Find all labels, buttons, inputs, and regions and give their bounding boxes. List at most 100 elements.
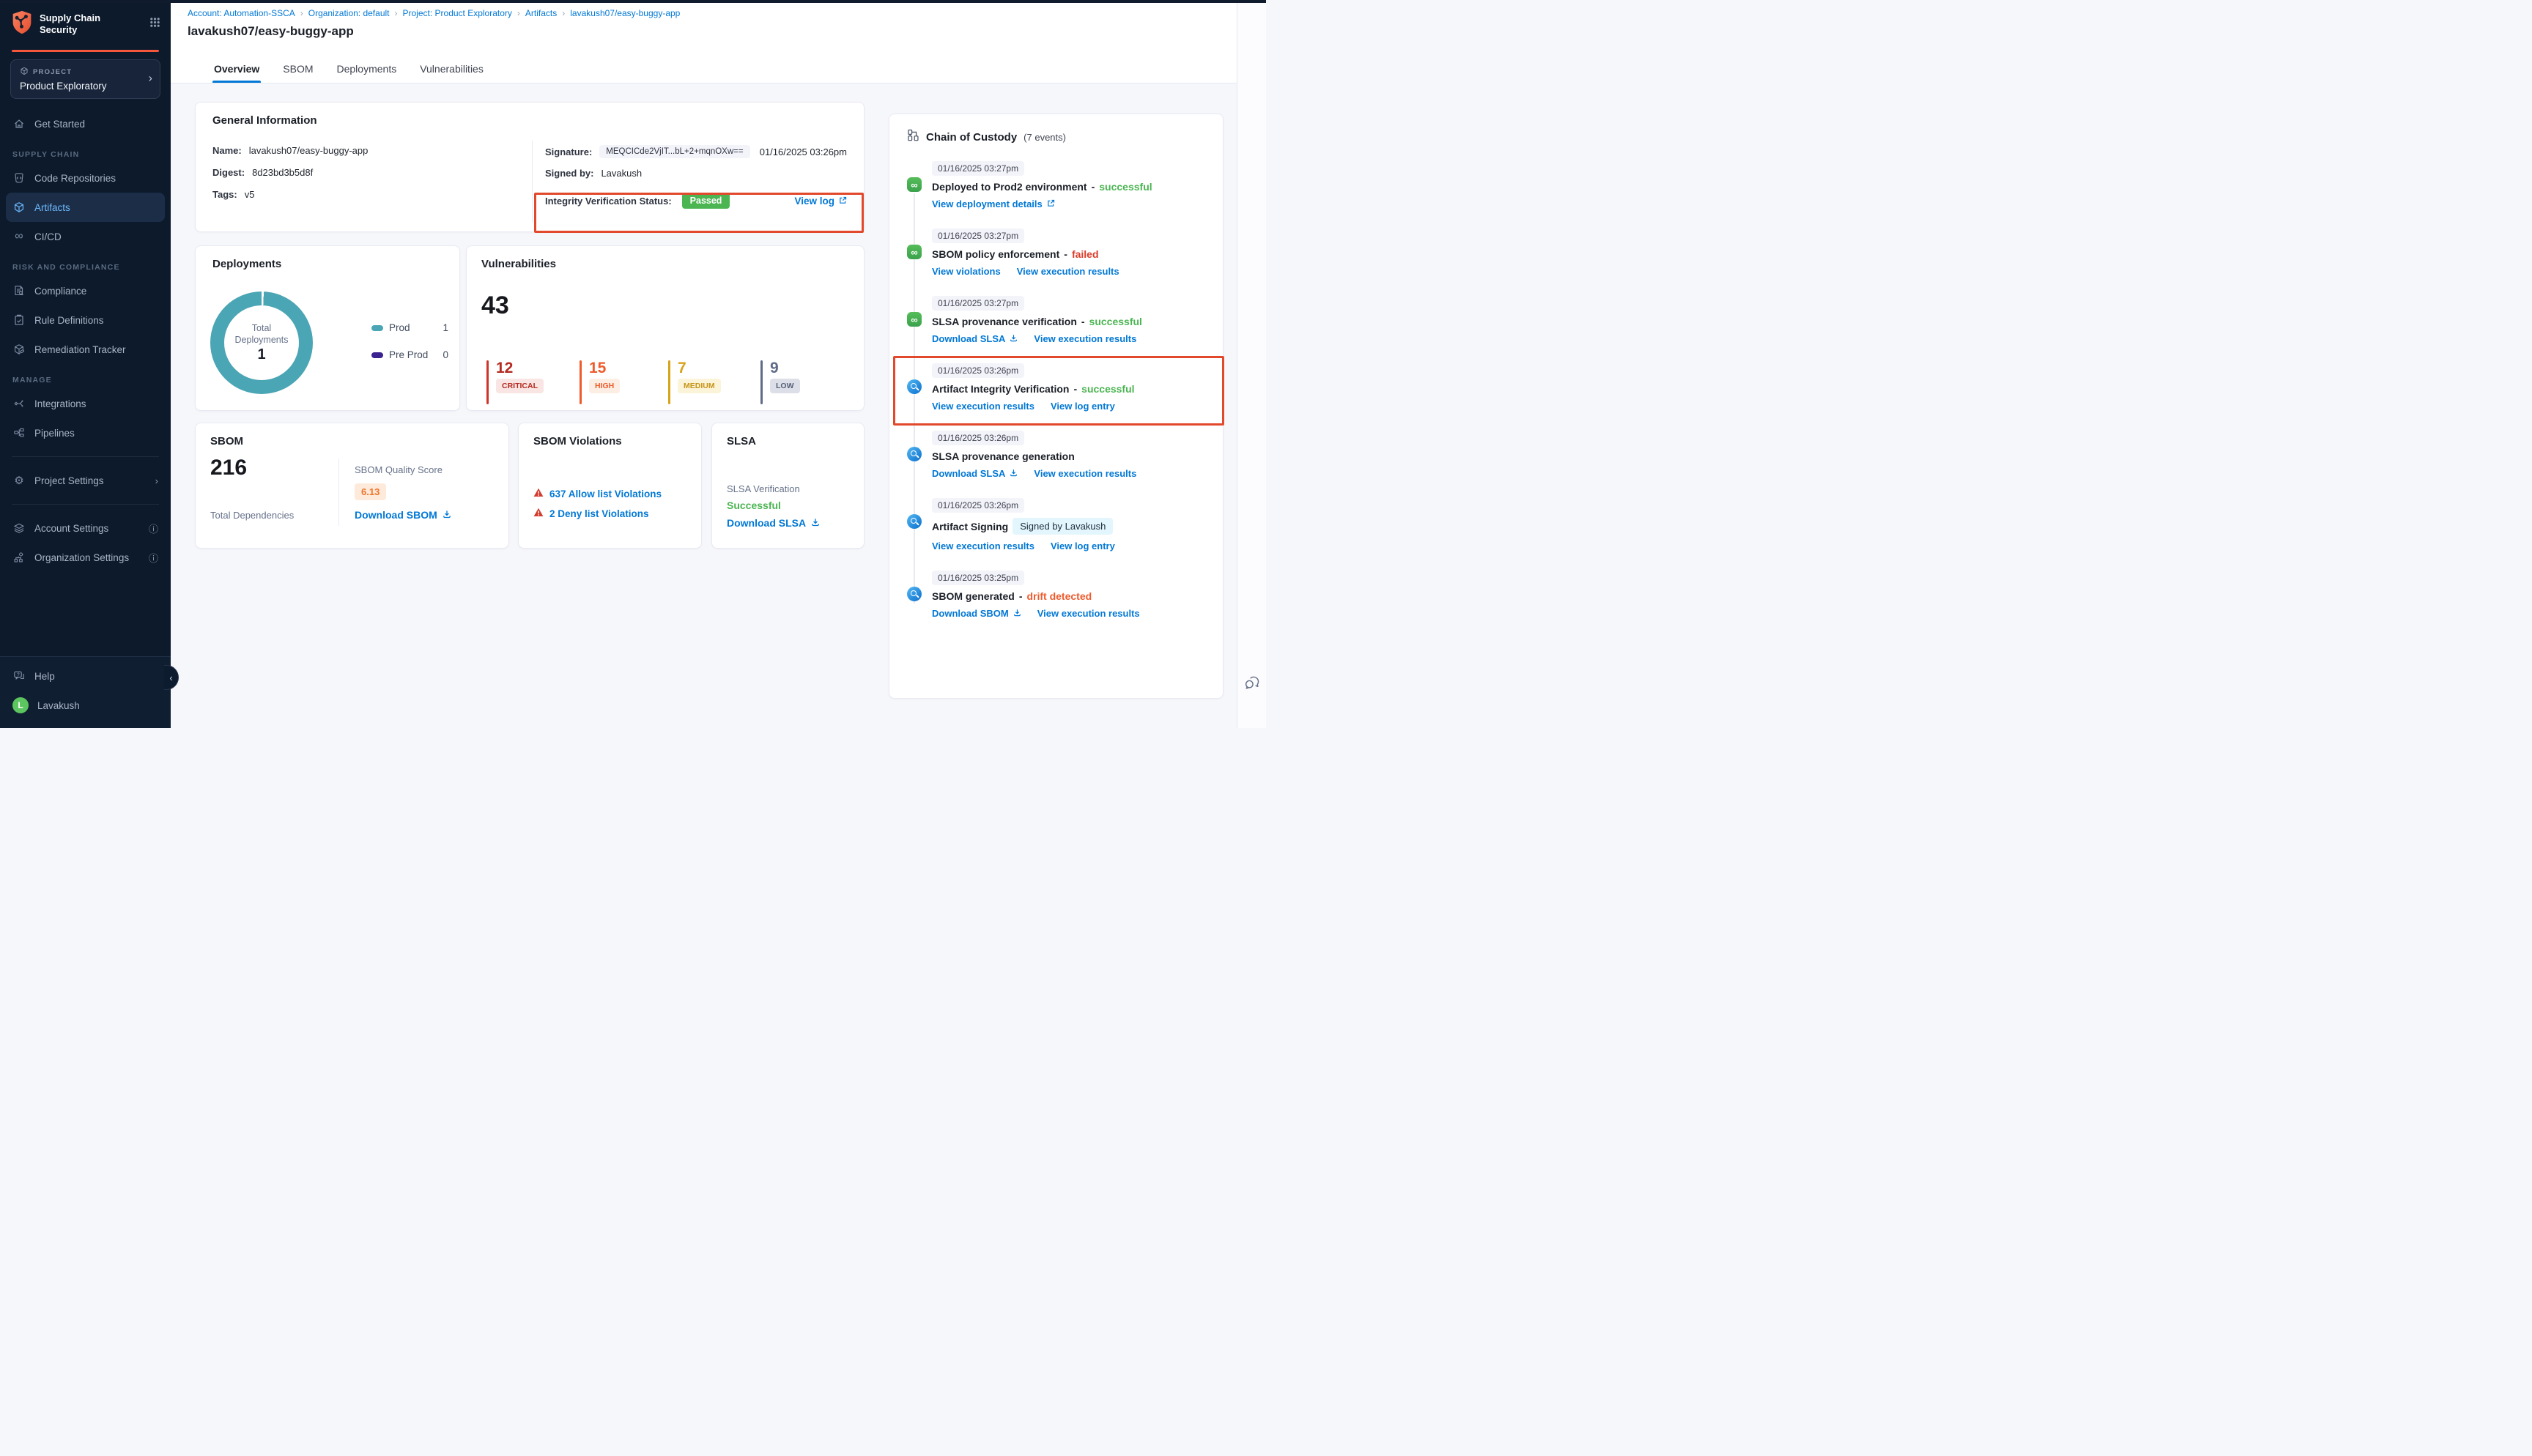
event-timestamp: 01/16/2025 03:26pm [932,363,1024,378]
download-slsa-link[interactable]: Download SLSA [727,517,820,529]
ssca-scan-icon [907,379,922,394]
tab-vulnerabilities[interactable]: Vulnerabilities [418,56,485,83]
project-selector[interactable]: PROJECT Product Exploratory › [10,59,160,99]
signed-by-row: Signed by: Lavakush [545,168,847,179]
download-icon [1013,608,1021,619]
view-log-link[interactable]: View log [794,196,847,207]
sidebar-item-cicd[interactable]: ∞ CI/CD [0,222,171,251]
download-icon [1010,333,1018,344]
sidebar-item-code-repositories[interactable]: Code Repositories [0,163,171,193]
avatar: L [12,697,29,713]
severity-badge: LOW [770,379,800,393]
coc-event-slsa-verification: ∞ 01/16/2025 03:27pm SLSA provenance ver… [907,296,1208,344]
breadcrumb-current[interactable]: lavakush07/easy-buggy-app [570,8,680,18]
external-link-icon [839,196,847,207]
vertical-divider [338,458,339,526]
view-execution-results-link[interactable]: View execution results [1034,468,1136,479]
sidebar-divider [12,456,159,457]
gear-icon: ⚙ [12,474,26,487]
allow-list-violations-link[interactable]: 637 Allow list Violations [533,488,662,499]
breadcrumb-separator: › [517,8,520,18]
breadcrumb-project[interactable]: Project: Product Exploratory [403,8,512,18]
sidebar-item-account-settings[interactable]: Account Settings ⓘ [0,513,171,543]
sidebar-item-label: Compliance [34,286,86,297]
chevron-right-icon: › [149,72,152,85]
sidebar-item-artifacts[interactable]: Artifacts [6,193,165,222]
coc-event-slsa-generation: 01/16/2025 03:26pm SLSA provenance gener… [907,431,1208,479]
event-status: successful [1081,383,1134,395]
sidebar-section-manage: MANAGE [0,376,171,385]
download-slsa-link[interactable]: Download SLSA [932,468,1018,479]
status-badge-passed: Passed [682,193,730,209]
view-execution-results-link[interactable]: View execution results [1037,608,1140,619]
sidebar-item-pipelines[interactable]: Pipelines [0,418,171,447]
download-slsa-link[interactable]: Download SLSA [932,333,1018,344]
view-execution-results-link[interactable]: View execution results [1034,333,1136,344]
view-log-entry-link[interactable]: View log entry [1051,401,1115,412]
main-content: General Information Name: lavakush07/eas… [171,83,1237,728]
event-title: SBOM policy enforcement [932,248,1059,260]
deployments-legend: Prod 1 Pre Prod 0 [371,322,448,360]
sidebar-item-remediation-tracker[interactable]: Remediation Tracker [0,335,171,364]
module-grid-icon[interactable] [149,17,160,31]
sidebar-item-get-started[interactable]: Get Started [0,109,171,138]
event-status: successful [1089,316,1142,327]
severity-bar [580,360,582,404]
event-status: drift detected [1026,590,1092,602]
breadcrumb-artifacts[interactable]: Artifacts [525,8,557,18]
event-title: Artifact Integrity Verification [932,383,1069,395]
severity-bar [486,360,489,404]
severity-count: 15 [589,360,620,376]
legend-count: 1 [443,322,448,333]
view-execution-results-link[interactable]: View execution results [932,401,1034,412]
sidebar-item-rule-definitions[interactable]: Rule Definitions [0,305,171,335]
sidebar-divider [12,504,159,505]
deny-list-violations-link[interactable]: 2 Deny list Violations [533,508,649,519]
sidebar-item-integrations[interactable]: Integrations [0,389,171,418]
breadcrumb-account[interactable]: Account: Automation-SSCA [188,8,295,18]
slsa-card: SLSA SLSA Verification Successful Downlo… [711,423,865,549]
clipboard-check-icon [12,314,26,326]
severity-badge: HIGH [589,379,620,393]
tab-overview[interactable]: Overview [212,56,261,83]
download-sbom-link[interactable]: Download SBOM [355,509,451,521]
sidebar-item-compliance[interactable]: Compliance [0,276,171,305]
view-deployment-details-link[interactable]: View deployment details [932,198,1055,209]
breadcrumb-organization[interactable]: Organization: default [308,8,390,18]
code-repository-icon [12,172,26,184]
sidebar-item-project-settings[interactable]: ⚙ Project Settings › [0,466,171,495]
donut-center-label: TotalDeployments [235,322,289,346]
event-timestamp: 01/16/2025 03:26pm [932,498,1024,513]
sidebar-item-organization-settings[interactable]: Organization Settings ⓘ [0,543,171,572]
warning-triangle-icon [533,508,544,519]
download-icon [443,509,451,521]
info-icon[interactable]: ⓘ [149,521,158,535]
event-timeline: ∞ 01/16/2025 03:27pm Deployed to Prod2 e… [907,161,1208,619]
cd-pipeline-icon: ∞ [907,245,922,259]
event-title: Deployed to Prod2 environment [932,181,1087,193]
slsa-verification-label: SLSA Verification [727,483,800,494]
view-log-entry-link[interactable]: View log entry [1051,541,1115,551]
panel-title: Chain of Custody [926,131,1017,144]
breadcrumb-separator: › [395,8,398,18]
download-icon [811,517,820,529]
artifact-name-row: Name: lavakush07/easy-buggy-app [212,145,520,156]
download-sbom-link[interactable]: Download SBOM [932,608,1021,619]
event-timestamp: 01/16/2025 03:26pm [932,431,1024,445]
sidebar-user[interactable]: L Lavakush [0,691,171,720]
view-violations-link[interactable]: View violations [932,266,1001,277]
info-icon[interactable]: ⓘ [149,551,158,565]
tab-deployments[interactable]: Deployments [336,56,399,83]
sidebar-item-label: CI/CD [34,231,62,242]
event-status: successful [1099,181,1152,193]
legend-swatch [371,352,383,358]
artifact-digest-row: Digest: 8d23bd3b5d8f [212,167,520,178]
sidebar-item-help[interactable]: ? Help [0,661,171,691]
sidebar-item-label: Rule Definitions [34,315,104,326]
event-title: SLSA provenance generation [932,450,1075,462]
support-chat-icon[interactable] [1244,675,1260,694]
tab-sbom[interactable]: SBOM [281,56,314,83]
signature-row: Signature: MEQCICde2VjIT...bL+2+mqnOXw==… [545,145,847,158]
view-execution-results-link[interactable]: View execution results [932,541,1034,551]
view-execution-results-link[interactable]: View execution results [1017,266,1119,277]
